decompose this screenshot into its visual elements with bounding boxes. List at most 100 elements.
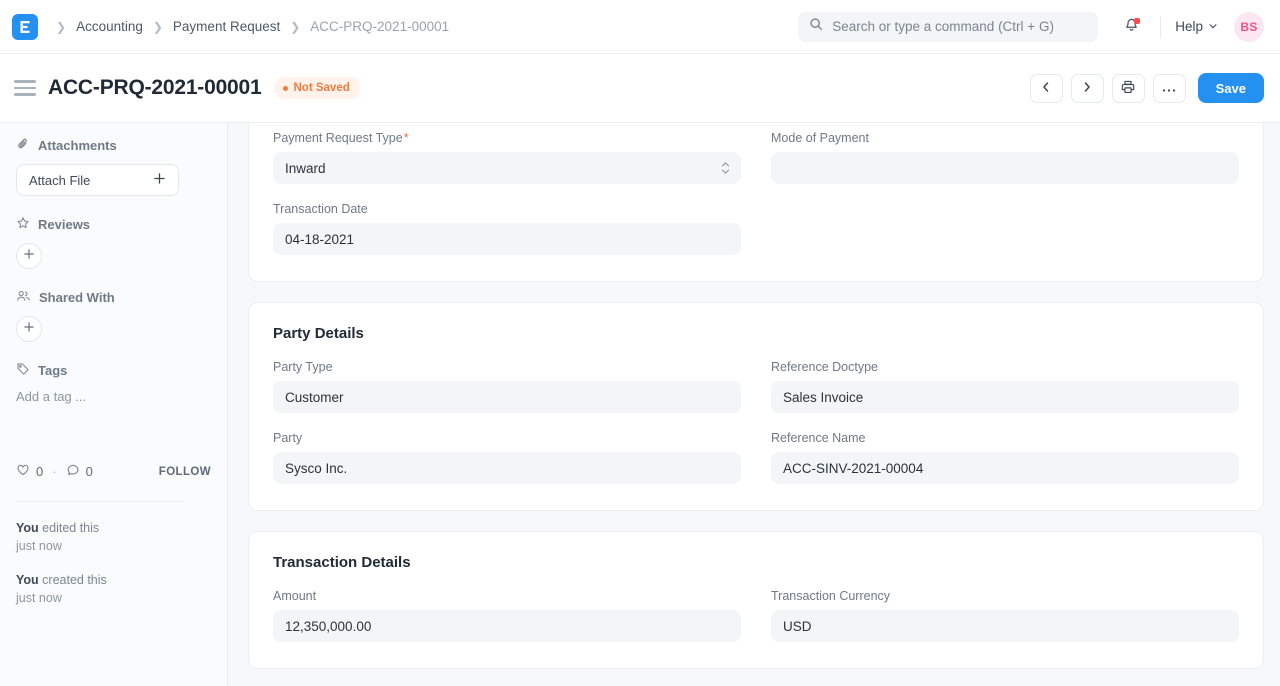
field-reference-doctype: Reference Doctype Sales Invoice (771, 360, 1239, 413)
follow-button[interactable]: FOLLOW (159, 466, 211, 478)
comment-button[interactable]: 0 (66, 463, 93, 480)
next-document-button[interactable] (1071, 74, 1104, 103)
sidebar-divider (16, 501, 184, 502)
field-value: USD (783, 619, 812, 634)
top-navbar: ❯ Accounting ❯ Payment Request ❯ ACC-PRQ… (0, 0, 1280, 54)
printer-icon (1121, 80, 1135, 97)
reference-name-input[interactable]: ACC-SINV-2021-00004 (771, 452, 1239, 484)
tag-icon (16, 362, 30, 379)
save-button[interactable]: Save (1198, 73, 1264, 103)
activity-time: just now (16, 537, 217, 555)
search-icon (809, 17, 823, 36)
comment-count: 0 (86, 464, 93, 479)
breadcrumb-separator: ❯ (153, 21, 163, 33)
field-transaction-currency: Transaction Currency USD (771, 589, 1239, 642)
field-party-type: Party Type Customer (273, 360, 741, 413)
mode-of-payment-input[interactable] (771, 152, 1239, 184)
hamburger-menu-icon[interactable] (14, 80, 36, 96)
transaction-date-input[interactable]: 04-18-2021 (273, 223, 741, 255)
form-column-left: Payment Request Type* Inward (273, 131, 741, 255)
status-dot-icon (283, 86, 288, 91)
field-label: Reference Doctype (771, 360, 1239, 374)
notifications-button[interactable] (1116, 12, 1146, 42)
page-header: ACC-PRQ-2021-00001 Not Saved (0, 54, 1280, 123)
field-label-text: Payment Request Type (273, 131, 403, 145)
breadcrumb: ❯ Accounting ❯ Payment Request ❯ ACC-PRQ… (48, 19, 451, 34)
form-column-right: Transaction Currency USD (771, 589, 1239, 642)
form-column-left: Amount 12,350,000.00 (273, 589, 741, 642)
reviews-label: Reviews (38, 217, 90, 232)
ellipsis-icon (1162, 81, 1176, 96)
field-label: Amount (273, 589, 741, 603)
comment-icon (66, 463, 80, 480)
form-column-left: Party Type Customer Party Sysco Inc. (273, 360, 741, 484)
chevron-down-icon (1208, 19, 1218, 34)
activity-log: You edited this just now You created thi… (16, 519, 217, 623)
form-section-payment-details: Payment Request Type* Inward (248, 123, 1264, 282)
field-label: Transaction Currency (771, 589, 1239, 603)
like-count: 0 (36, 464, 43, 479)
attach-file-button[interactable]: Attach File (16, 164, 179, 196)
like-button[interactable]: 0 (16, 463, 43, 480)
page-actions: Save (1030, 73, 1264, 103)
document-sidebar: Attachments Attach File Reviews (0, 123, 228, 686)
heart-icon (16, 463, 30, 480)
activity-action: created this (42, 573, 107, 587)
field-label: Party Type (273, 360, 741, 374)
breadcrumb-item-payment-request[interactable]: Payment Request (171, 19, 282, 34)
previous-document-button[interactable] (1030, 74, 1063, 103)
page-title: ACC-PRQ-2021-00001 (48, 76, 262, 100)
notification-badge-dot (1134, 18, 1140, 24)
amount-input[interactable]: 12,350,000.00 (273, 610, 741, 642)
status-badge-label: Not Saved (294, 82, 350, 94)
plus-icon (23, 247, 35, 265)
plus-icon (153, 172, 166, 188)
search-input[interactable]: Search or type a command (Ctrl + G) (798, 12, 1098, 42)
chevron-updown-icon (721, 162, 730, 174)
navbar-right-group: Search or type a command (Ctrl + G) Help… (798, 12, 1264, 42)
activity-action: edited this (42, 521, 99, 535)
transaction-currency-input[interactable]: USD (771, 610, 1239, 642)
paperclip-icon (16, 137, 30, 154)
avatar[interactable]: BS (1234, 12, 1264, 42)
breadcrumb-item-accounting[interactable]: Accounting (74, 19, 145, 34)
status-badge: Not Saved (275, 77, 360, 99)
field-value: Sales Invoice (783, 390, 863, 405)
reviews-section-header: Reviews (16, 216, 211, 233)
help-label: Help (1175, 19, 1203, 34)
chevron-right-icon (1081, 81, 1093, 96)
shared-with-section-header: Shared With (16, 289, 211, 306)
party-input[interactable]: Sysco Inc. (273, 452, 741, 484)
add-tag-input[interactable]: Add a tag ... (16, 389, 211, 404)
chevron-left-icon (1040, 81, 1052, 96)
attachments-section-header: Attachments (16, 137, 211, 154)
field-value: 04-18-2021 (285, 232, 354, 247)
field-label: Mode of Payment (771, 131, 1239, 145)
payment-request-type-select[interactable]: Inward (273, 152, 741, 184)
field-label: Payment Request Type* (273, 131, 741, 145)
section-title: Party Details (273, 303, 1239, 342)
field-value: Inward (285, 161, 326, 176)
field-party: Party Sysco Inc. (273, 431, 741, 484)
shared-with-label: Shared With (39, 290, 115, 305)
add-shared-user-button[interactable] (16, 316, 42, 342)
field-label: Party (273, 431, 741, 445)
search-placeholder: Search or type a command (Ctrl + G) (832, 19, 1054, 34)
activity-item: You edited this just now (16, 519, 217, 555)
help-menu[interactable]: Help (1175, 19, 1218, 34)
tags-label: Tags (38, 363, 67, 378)
activity-actor: You (16, 521, 39, 535)
breadcrumb-separator: ❯ (290, 21, 300, 33)
erpnext-logo-icon[interactable] (12, 14, 38, 40)
add-review-button[interactable] (16, 243, 42, 269)
more-options-button[interactable] (1153, 74, 1186, 103)
form-column-right: Reference Doctype Sales Invoice Referenc… (771, 360, 1239, 484)
print-button[interactable] (1112, 74, 1145, 103)
field-transaction-date: Transaction Date 04-18-2021 (273, 202, 741, 255)
field-label: Reference Name (771, 431, 1239, 445)
field-value: Customer (285, 390, 344, 405)
attachments-label: Attachments (38, 138, 117, 153)
reference-doctype-input[interactable]: Sales Invoice (771, 381, 1239, 413)
breadcrumb-separator: ❯ (56, 21, 66, 33)
party-type-input[interactable]: Customer (273, 381, 741, 413)
